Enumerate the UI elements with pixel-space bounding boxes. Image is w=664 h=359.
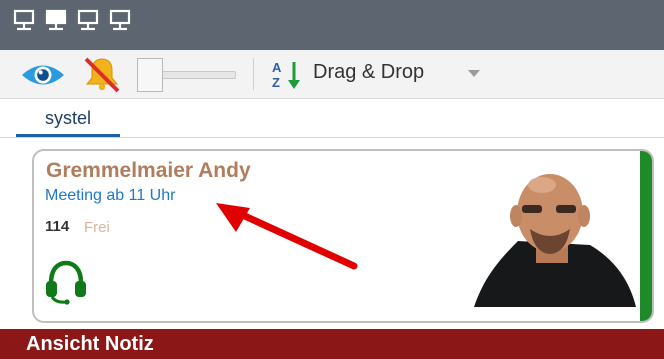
tab-systel[interactable]: systel (16, 108, 120, 136)
contact-note: Meeting ab 11 Uhr (45, 187, 176, 204)
contact-avatar (474, 174, 636, 307)
contact-extension: 114 (45, 218, 70, 235)
contact-status-text: Frei (84, 219, 110, 236)
bell-muted-icon[interactable] (82, 55, 122, 93)
annotation-arrow (216, 203, 358, 270)
chevron-down-icon[interactable] (468, 70, 480, 77)
svg-text:Z: Z (272, 75, 280, 90)
svg-text:A: A (272, 60, 282, 75)
footer-caption: Ansicht Notiz (26, 333, 154, 355)
headset-icon[interactable] (42, 257, 90, 305)
monitor-icon[interactable] (12, 8, 36, 32)
tab-active-indicator (16, 134, 120, 137)
sort-mode-dropdown[interactable]: Drag & Drop (313, 61, 424, 84)
sort-az-icon[interactable]: A Z (270, 59, 306, 91)
toolbar-separator (253, 58, 254, 90)
contact-name: Gremmelmaier Andy (46, 159, 251, 182)
volume-slider-thumb[interactable] (137, 58, 163, 92)
monitor-icon-active[interactable] (44, 8, 68, 32)
monitor-icon[interactable] (108, 8, 132, 32)
monitor-icon[interactable] (76, 8, 100, 32)
contact-status-bar (640, 151, 652, 321)
eye-icon[interactable] (20, 60, 66, 90)
